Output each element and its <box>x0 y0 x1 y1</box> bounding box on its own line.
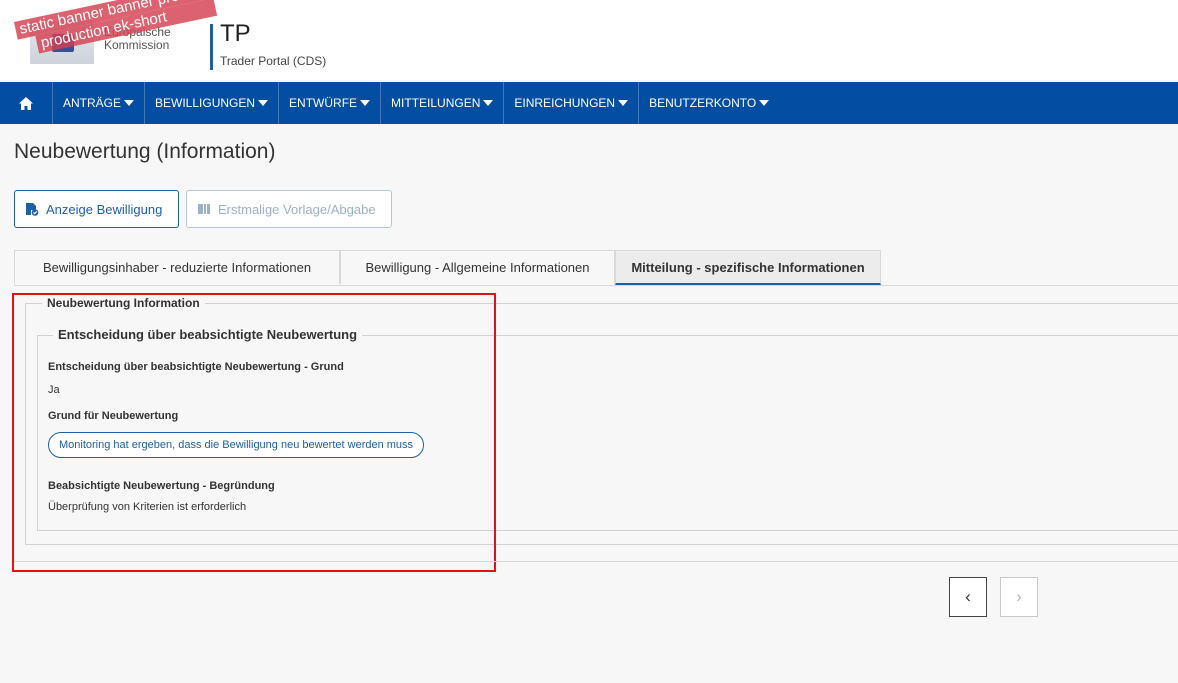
app-subtitle: Trader Portal (CDS) <box>220 54 327 68</box>
caret-down-icon <box>258 100 269 106</box>
header: Europäische Kommission static banner ban… <box>0 0 1178 80</box>
home-icon <box>19 96 33 110</box>
outer-legend: Neubewertung Information <box>42 296 205 310</box>
tab-notification-specific-info[interactable]: Mitteilung - spezifische Informationen <box>615 250 881 285</box>
chevron-left-icon: ‹ <box>965 587 971 606</box>
caret-down-icon <box>759 100 770 106</box>
decision-reason-value: Ja <box>48 384 60 396</box>
view-authorisation-button[interactable]: Anzeige Bewilligung <box>14 190 179 228</box>
ec-logo[interactable]: Europäische Kommission static banner ban… <box>14 0 218 70</box>
next-page-button[interactable]: › <box>1000 577 1038 617</box>
initial-submission-button[interactable]: Erstmalige Vorlage/Abgabe <box>186 190 392 228</box>
book-icon <box>198 204 210 214</box>
previous-page-button[interactable]: ‹ <box>949 577 987 617</box>
caret-down-icon <box>618 100 629 106</box>
nav-mitteilungen[interactable]: MITTEILUNGEN <box>381 82 505 124</box>
page-title: Neubewertung (Information) <box>14 140 276 163</box>
caret-down-icon <box>124 100 135 106</box>
nav-home[interactable] <box>0 82 53 124</box>
tab-authorisation-general-info[interactable]: Bewilligung - Allgemeine Informationen <box>340 250 615 284</box>
inner-legend: Entscheidung über beabsichtigte Neubewer… <box>53 327 363 342</box>
justification-label: Beabsichtigte Neubewertung - Begründung <box>48 480 275 492</box>
brand-separator <box>210 24 213 70</box>
chevron-right-icon: › <box>1016 587 1022 606</box>
caret-down-icon <box>360 100 371 106</box>
nav-benutzerkonto[interactable]: BENUTZERKONTO <box>639 82 779 124</box>
reassessment-reason-tag: Monitoring hat ergeben, dass die Bewilli… <box>48 432 425 458</box>
decision-reason-label: Entscheidung über beabsichtigte Neubewer… <box>48 361 344 373</box>
main-nav: ANTRÄGE BEWILLIGUNGEN ENTWÜRFE MITTEILUN… <box>0 82 1178 124</box>
app-short-name: TP <box>220 20 251 47</box>
tab-holder-reduced-info[interactable]: Bewilligungsinhaber - reduzierte Informa… <box>14 250 340 284</box>
tab-bar: Bewilligungsinhaber - reduzierte Informa… <box>14 250 1178 286</box>
nav-entwuerfe[interactable]: ENTWÜRFE <box>279 82 382 124</box>
nav-antraege[interactable]: ANTRÄGE <box>53 82 146 124</box>
justification-value: Überprüfung von Kriterien ist erforderli… <box>48 501 247 513</box>
document-check-icon <box>26 203 39 216</box>
reassessment-reason-label: Grund für Neubewertung <box>48 410 179 422</box>
caret-down-icon <box>483 100 494 106</box>
nav-bewilligungen[interactable]: BEWILLIGUNGEN <box>145 82 280 124</box>
nav-einreichungen[interactable]: EINREICHUNGEN <box>504 82 640 124</box>
divider <box>14 561 1178 562</box>
